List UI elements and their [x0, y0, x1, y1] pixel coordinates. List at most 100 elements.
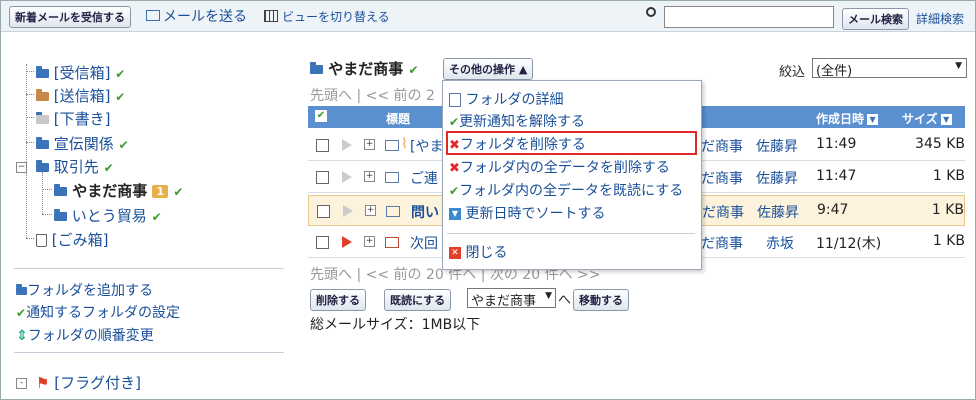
total-mail-size: 総メールサイズ：1MB以下: [310, 317, 481, 333]
folder-icon: [310, 62, 323, 74]
view-switch-link[interactable]: ビューを切り替える: [282, 8, 390, 25]
folder-label: やまだ商事: [72, 182, 148, 200]
row-folder[interactable]: だ商事: [701, 136, 743, 156]
folder-title-text: やまだ商事: [328, 60, 404, 78]
sort-icon: ▼: [867, 114, 879, 125]
column-size[interactable]: サイズ ▼: [902, 110, 952, 127]
expand-icon[interactable]: +: [365, 205, 376, 216]
tree-line: [26, 71, 34, 72]
folder-sent[interactable]: [送信箱] ✔: [36, 85, 125, 106]
tree-line: [26, 142, 34, 143]
mail-search-button[interactable]: メール検索: [842, 8, 909, 30]
advanced-search-link[interactable]: 詳細検索: [916, 10, 964, 27]
folder-trash[interactable]: [ごみ箱]: [36, 229, 109, 250]
caret-up-icon: ▲: [518, 63, 528, 76]
check-icon: ✔: [449, 115, 460, 129]
folder-inbox[interactable]: [受信箱] ✔: [36, 62, 125, 83]
filter-select[interactable]: (全件) ▼: [812, 58, 967, 79]
folder-drafts[interactable]: [下書き]: [36, 108, 111, 129]
menu-delete-all-data[interactable]: ✖フォルダ内の全データを削除する: [449, 157, 670, 177]
menu-item-label: フォルダの詳細: [465, 92, 564, 108]
search-input[interactable]: [664, 6, 834, 28]
chevron-down-icon: ▼: [955, 61, 962, 71]
notify-settings-link[interactable]: ✔通知するフォルダの設定: [16, 302, 180, 322]
receive-mail-button[interactable]: 新着メールを受信する: [9, 6, 131, 28]
row-folder[interactable]: だ商事: [701, 168, 743, 188]
folder-promotion[interactable]: 宣伝関係 ✔: [36, 133, 129, 154]
folder-icon: [54, 209, 67, 221]
menu-divider: [447, 233, 695, 234]
row-size: 1 KB: [931, 202, 964, 218]
row-sender[interactable]: 赤坂: [766, 233, 794, 253]
pager-top[interactable]: 先頭へ | << 前の 2: [310, 85, 435, 105]
expand-toggle[interactable]: -: [16, 378, 27, 389]
folder-label: [下書き]: [53, 110, 111, 128]
row-folder[interactable]: だ商事: [702, 202, 744, 222]
flag-icon[interactable]: [342, 236, 352, 248]
view-switch-icon: [264, 10, 278, 22]
column-created[interactable]: 作成日時 ▼: [816, 110, 879, 127]
folder-details-icon: [449, 93, 461, 107]
expand-icon[interactable]: +: [364, 171, 375, 182]
check-icon: ✔: [449, 184, 460, 198]
check-icon: ✔: [115, 90, 126, 104]
collapse-toggle[interactable]: −: [16, 162, 27, 173]
row-checkbox[interactable]: [316, 236, 329, 249]
trash-icon: [36, 234, 47, 247]
flag-icon[interactable]: [342, 171, 352, 183]
column-size-label: サイズ: [902, 112, 938, 126]
expand-icon[interactable]: +: [364, 236, 375, 247]
row-sender[interactable]: 佐藤昇: [756, 168, 798, 188]
menu-unsubscribe-notify[interactable]: ✔更新通知を解除する: [449, 111, 585, 131]
folder-title: やまだ商事 ✔: [310, 58, 419, 79]
row-sender[interactable]: 佐藤昇: [757, 202, 799, 222]
select-all-checkbox[interactable]: ✔: [315, 110, 327, 122]
sort-icon: ▼: [449, 208, 461, 220]
column-subject[interactable]: 標題: [386, 110, 410, 127]
flag-icon[interactable]: [343, 205, 353, 217]
row-checkbox[interactable]: [316, 171, 329, 184]
folder-yamada[interactable]: やまだ商事 1 ✔: [54, 180, 183, 201]
row-sender[interactable]: 佐藤昇: [756, 136, 798, 156]
reorder-folders-link[interactable]: ⇕フォルダの順番変更: [16, 325, 154, 345]
menu-sort-by-update[interactable]: ▼ 更新日時でソートする: [449, 203, 605, 223]
check-icon: ✔: [408, 63, 419, 77]
row-subject[interactable]: [やま: [410, 136, 443, 156]
sort-icon: ▼: [940, 114, 952, 125]
menu-folder-details[interactable]: フォルダの詳細: [449, 89, 563, 109]
add-folder-link[interactable]: フォルダを追加する: [16, 280, 153, 300]
tree-line: [26, 94, 34, 95]
other-operations-label: その他の操作: [449, 63, 515, 76]
folder-icon: [36, 160, 49, 172]
row-subject[interactable]: ご連: [410, 168, 438, 188]
move-button[interactable]: 移動する: [573, 289, 629, 311]
row-subject[interactable]: 問い: [411, 202, 439, 222]
menu-delete-folder[interactable]: ✖フォルダを削除する: [449, 134, 586, 154]
menu-item-label: 閉じる: [465, 245, 508, 261]
delete-x-icon: ✖: [449, 161, 460, 176]
row-date: 11:49: [816, 136, 857, 152]
row-checkbox[interactable]: [317, 205, 330, 218]
row-size: 345 KB: [915, 136, 965, 152]
row-subject[interactable]: 次回: [410, 233, 438, 253]
folder-ito[interactable]: いとう貿易 ✔: [54, 205, 162, 226]
folder-icon: [36, 66, 49, 78]
flag-icon[interactable]: [342, 139, 352, 151]
toolbar: 新着メールを受信する メールを送る ビューを切り替える メール検索 詳細検索: [1, 1, 975, 32]
expand-icon[interactable]: +: [364, 139, 375, 150]
folder-clients[interactable]: 取引先 ✔: [36, 156, 114, 177]
folder-label: [ごみ箱]: [51, 231, 109, 249]
delete-button[interactable]: 削除する: [310, 289, 366, 311]
menu-close[interactable]: ✕ 閉じる: [449, 242, 507, 262]
divider: [14, 352, 284, 353]
row-checkbox[interactable]: [316, 139, 329, 152]
menu-item-label: 更新通知を解除する: [459, 114, 586, 130]
move-folder-select[interactable]: やまだ商事 ▼: [467, 288, 556, 309]
folder-flagged[interactable]: ⚑ [フラグ付き]: [36, 372, 141, 393]
folder-label: 取引先: [53, 158, 99, 176]
send-mail-link[interactable]: メールを送る: [163, 6, 247, 26]
row-folder[interactable]: だ商事: [701, 233, 743, 253]
mark-read-button[interactable]: 既読にする: [384, 289, 452, 311]
other-operations-button[interactable]: その他の操作 ▲: [443, 58, 534, 80]
menu-mark-all-read[interactable]: ✔フォルダ内の全データを既読にする: [449, 180, 683, 200]
